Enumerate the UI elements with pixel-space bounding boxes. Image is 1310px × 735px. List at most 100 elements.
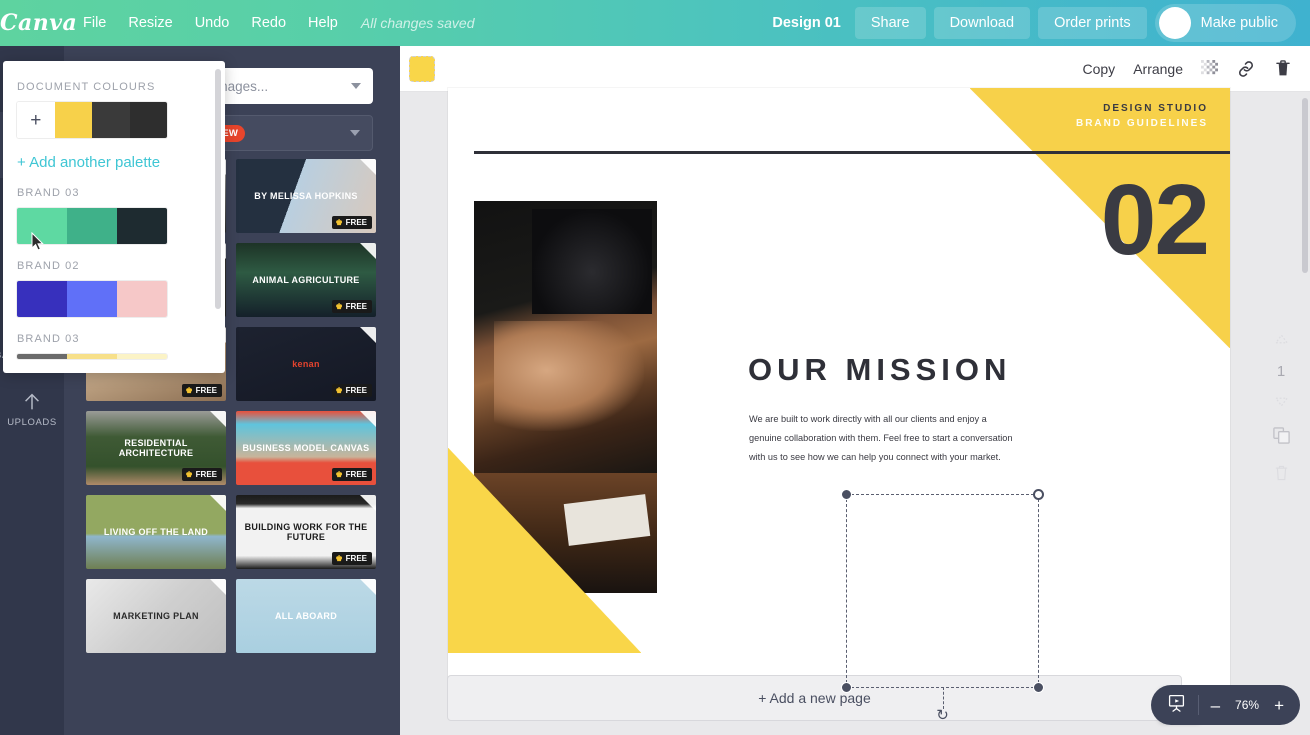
page-curl-icon [210,579,226,595]
layout-thumbnail[interactable]: RESIDENTIAL ARCHITECTURE ♚ FREE [86,411,226,485]
chevron-down-icon[interactable] [350,130,360,136]
share-button[interactable]: Share [854,7,926,39]
page-divider-line [474,151,1230,154]
design-page[interactable]: DESIGN STUDIO BRAND GUIDELINES 02 OUR MI… [448,88,1230,688]
document-colour-swatch[interactable] [54,102,92,138]
document-colours-label: DOCUMENT COLOURS [17,81,156,93]
download-button[interactable]: Download [933,7,1031,39]
trash-icon[interactable] [1274,59,1292,78]
palette-colour-swatch[interactable] [17,354,67,359]
palette-colour-swatch[interactable] [67,281,117,317]
layout-thumbnail[interactable]: BY MELISSA HOPKINS ♚ FREE [236,159,376,233]
layout-thumbnail-title: BY MELISSA HOPKINS [254,190,358,201]
layout-thumbnail-title: LIVING OFF THE LAND [103,526,209,537]
sidebar-label-uploads: UPLOADS [7,416,57,428]
present-icon[interactable] [1167,693,1186,717]
editor-area: Copy Arrange DESIGN STUDIO BRAND GUIDELI… [400,46,1310,735]
delete-page-icon[interactable] [1273,464,1290,487]
transparency-icon[interactable] [1201,60,1218,77]
menu-help[interactable]: Help [297,9,349,37]
top-bar-actions: Design 01 Share Download Order prints Ma… [772,4,1310,42]
palette-name-label: BRAND 03 [17,333,80,345]
menu-file[interactable]: File [72,9,117,37]
palette-swatch-row[interactable] [17,354,167,359]
sidebar-item-uploads[interactable]: UPLOADS [0,376,64,442]
zoom-divider [1197,695,1199,715]
layout-thumbnail[interactable]: BUSINESS MODEL CANVAS ♚ FREE [236,411,376,485]
free-badge: ♚FREE [332,552,372,565]
yellow-triangle-shape[interactable] [448,448,641,653]
palette-colour-swatch[interactable] [17,281,67,317]
layout-thumbnail[interactable]: ANIMAL AGRICULTURE ♚ FREE [236,243,376,317]
add-new-page-button[interactable]: + Add a new page [447,675,1182,721]
page-number-graphic[interactable]: 02 [1101,170,1210,270]
crown-icon: ♚ [335,302,343,311]
menu-redo[interactable]: Redo [240,9,297,37]
page-curl-icon [360,159,376,175]
object-toolbar: Copy Arrange [400,46,1310,92]
mission-heading[interactable]: OUR MISSION [748,352,1011,388]
layout-thumbnail[interactable]: MARKETING PLAN [86,579,226,653]
palette-colour-swatch[interactable] [117,208,167,244]
crown-icon: ♚ [335,386,343,395]
order-prints-button[interactable]: Order prints [1038,7,1147,39]
object-toolbar-actions: Copy Arrange [1083,59,1310,79]
chevron-down-icon[interactable] [351,83,361,89]
layout-thumbnail[interactable]: ALL ABOARD [236,579,376,653]
layout-thumbnail[interactable]: kenan ♚ FREE [236,327,376,401]
layout-thumbnail[interactable]: BUILDING WORK FOR THE FUTURE ♚ FREE [236,495,376,569]
move-page-down-icon[interactable] [1274,394,1288,412]
page-curl-icon [360,495,376,511]
free-badge: ♚FREE [332,468,372,481]
copy-button[interactable]: Copy [1083,61,1116,77]
palette-colour-swatch[interactable] [67,208,117,244]
brand-line-1: DESIGN STUDIO [1103,103,1208,114]
page-index-label: 1 [1276,363,1286,380]
page-curl-icon [210,411,226,427]
document-colour-swatch[interactable] [92,102,130,138]
save-status: All changes saved [360,15,475,31]
link-icon[interactable] [1236,59,1256,79]
document-colour-swatch[interactable] [129,102,167,138]
palette-name-label: BRAND 02 [17,260,80,272]
object-color-swatch-button[interactable] [409,55,435,82]
layout-thumbnail[interactable]: LIVING OFF THE LAND [86,495,226,569]
photo-detail-arm [494,321,644,431]
design-title[interactable]: Design 01 [772,15,841,31]
uploads-icon [21,391,43,413]
page-curl-icon [210,495,226,511]
document-colours-row[interactable]: + [17,102,167,138]
layout-thumbnail-title: ALL ABOARD [275,610,337,621]
page-controls-rail: 1 [1264,331,1298,487]
mission-paragraph[interactable]: We are built to work directly with all o… [749,410,1021,467]
free-badge: ♚FREE [182,384,222,397]
duplicate-page-icon[interactable] [1272,426,1291,450]
page-curl-icon [360,411,376,427]
canvas-scrollbar[interactable] [1302,98,1308,273]
layout-thumbnail-title: ANIMAL AGRICULTURE [252,274,360,285]
layout-thumbnail-title: kenan [292,358,320,369]
add-palette-link[interactable]: + Add another palette [17,154,207,171]
free-badge: ♚FREE [332,384,372,397]
brand-palette-list: BRAND 03 BRAND 02 BRAND 03 [17,187,207,359]
menu-undo[interactable]: Undo [184,9,241,37]
top-bar: Canva File Resize Undo Redo Help All cha… [0,0,1310,46]
add-colour-button[interactable]: + [17,102,55,138]
move-page-up-icon[interactable] [1274,331,1288,349]
brand-line-2: BRAND GUIDELINES [1075,117,1208,129]
menu-resize[interactable]: Resize [117,9,183,37]
make-public-toggle[interactable]: Make public [1154,4,1296,42]
arrange-button[interactable]: Arrange [1133,61,1183,77]
palette-scrollbar[interactable] [215,69,221,309]
palette-colour-swatch[interactable] [117,281,167,317]
zoom-out-button[interactable]: – [1211,697,1220,714]
zoom-in-button[interactable]: + [1274,697,1284,714]
palette-scroll-area: DOCUMENT COLOURS + + Add another palette… [3,61,225,373]
palette-colour-swatch[interactable] [67,354,117,359]
canva-logo[interactable]: Canva [0,10,77,36]
palette-colour-swatch[interactable] [117,354,167,359]
palette-swatch-row[interactable] [17,281,167,317]
page-curl-icon [360,243,376,259]
zoom-level-label: 76% [1235,698,1260,712]
crown-icon: ♚ [335,554,343,563]
